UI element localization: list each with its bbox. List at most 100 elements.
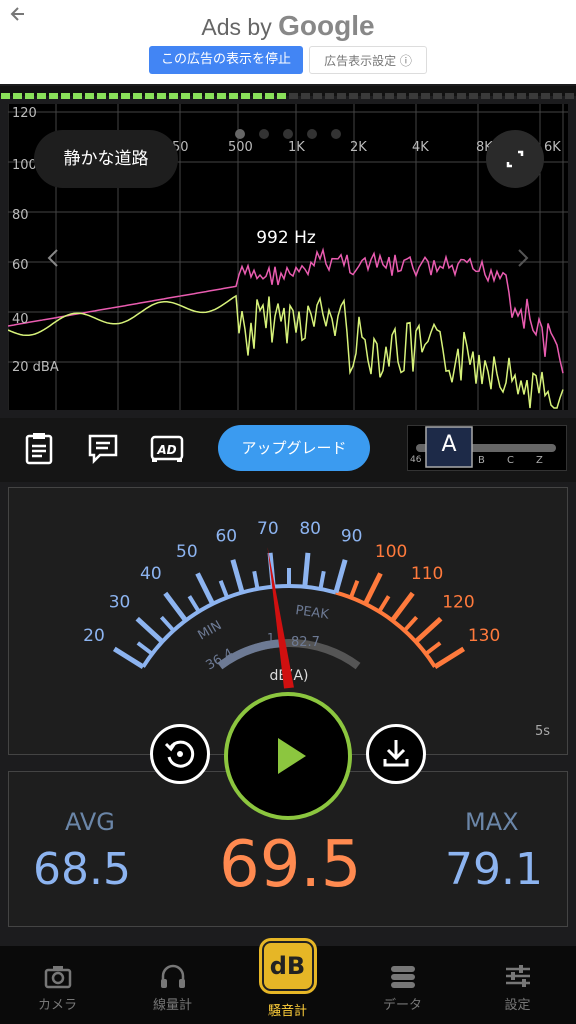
database-icon (390, 966, 415, 988)
page-dot (235, 129, 245, 139)
camera-icon (44, 966, 71, 989)
level-segment (217, 93, 226, 99)
y-label-60: 60 (12, 258, 29, 273)
nav-label: 騒音計 (267, 1004, 307, 1019)
nav-settings[interactable]: 設定 (460, 962, 575, 1013)
meter-tick (377, 595, 391, 613)
meter-scale-label: 20 (83, 626, 105, 646)
time-window: 5s (535, 724, 551, 739)
meter-tick (424, 641, 442, 656)
download-button[interactable] (366, 724, 426, 784)
svg-text:AD: AD (156, 443, 176, 457)
meter-tick (414, 616, 443, 644)
level-segment (1, 93, 10, 99)
level-segment (241, 93, 250, 99)
stop-ad-button[interactable]: この広告の表示を停止 (149, 46, 303, 74)
nav-label: 設定 (504, 998, 531, 1013)
ad-settings-button[interactable]: 広告表示設定 ⓘ (309, 46, 427, 74)
level-segment (529, 93, 538, 99)
nav-data[interactable]: データ (345, 962, 460, 1013)
y-label-120: 120 (12, 106, 37, 121)
weighting-option-46[interactable]: 46 (410, 455, 421, 465)
current-series (8, 294, 564, 409)
level-segment (505, 93, 514, 99)
level-segment (565, 93, 574, 99)
level-segment (481, 93, 490, 99)
level-segment (145, 93, 154, 99)
level-segment (181, 93, 190, 99)
weighting-selector[interactable]: A 46 B C Z (407, 425, 567, 471)
nav-label: データ (382, 998, 422, 1013)
meter-tick (390, 591, 415, 622)
level-segment (457, 93, 466, 99)
meter-tick (230, 559, 245, 594)
meter-scale-label: 100 (375, 542, 407, 562)
page-dot (283, 129, 293, 139)
play-button[interactable] (224, 692, 352, 820)
level-segment (289, 93, 298, 99)
level-bar (0, 86, 576, 99)
level-segment (13, 93, 22, 99)
level-segment (337, 93, 346, 99)
level-segment (433, 93, 442, 99)
level-segment (445, 93, 454, 99)
preset-label[interactable]: 静かな道路 (34, 130, 178, 188)
meter-scale-label: 120 (442, 592, 474, 612)
meter-tick (318, 570, 326, 590)
level-segment (121, 93, 130, 99)
weighting-option-c[interactable]: C (507, 455, 514, 466)
ad-banner: Ads by Google この広告の表示を停止 広告表示設定 ⓘ (0, 0, 576, 84)
expand-icon[interactable] (486, 130, 544, 188)
meter-tick (163, 591, 188, 622)
x-label-1k: 1K (288, 140, 305, 155)
level-segment (205, 93, 214, 99)
meter-scale-label: 90 (341, 527, 363, 547)
upgrade-button[interactable]: アップグレード (218, 425, 370, 471)
meter-tick (135, 616, 164, 644)
meter-scale-label: 40 (140, 564, 162, 584)
nav-dosimeter[interactable]: 線量計 (115, 962, 230, 1013)
level-segment (49, 93, 58, 99)
level-segment (325, 93, 334, 99)
ads-by-google-label: Ads by Google (201, 10, 375, 41)
db-icon: dB (258, 938, 317, 994)
clipboard-icon[interactable] (22, 431, 56, 465)
page-dot (307, 129, 317, 139)
reset-button[interactable] (150, 724, 210, 784)
meter-tick (159, 615, 175, 632)
y-label-20: 20 dBA (12, 360, 59, 375)
chevron-right-icon[interactable] (512, 246, 532, 270)
meter-tick (333, 559, 348, 594)
weighting-option-z[interactable]: Z (536, 455, 543, 466)
meter-scale-label: 110 (411, 564, 443, 584)
google-logo-text: Google (278, 10, 375, 41)
level-segment (133, 93, 142, 99)
meter-scale-label: 70 (257, 519, 279, 539)
page-dot (259, 129, 269, 139)
page-dots[interactable] (232, 128, 344, 140)
y-label-80: 80 (12, 208, 29, 223)
nav-sound-meter[interactable]: dB 騒音計 (230, 938, 345, 1019)
chevron-left-icon[interactable] (44, 246, 64, 270)
meter-tick (252, 570, 260, 590)
x-label-500: 500 (228, 140, 253, 155)
peak-label: PEAK (294, 603, 330, 623)
level-segment (97, 93, 106, 99)
level-segment (373, 93, 382, 99)
chat-icon[interactable] (86, 431, 120, 465)
level-segment (253, 93, 262, 99)
weighting-option-b[interactable]: B (478, 455, 485, 466)
min-value: 36.4 (204, 646, 237, 673)
x-label-2k: 2K (350, 140, 367, 155)
level-segment (517, 93, 526, 99)
bottom-nav: カメラ 線量計 dB 騒音計 データ 設定 (0, 938, 576, 1024)
current-value: 69.5 (219, 828, 362, 902)
headphones-icon (160, 964, 185, 988)
level-segment (61, 93, 70, 99)
level-segment (553, 93, 562, 99)
meter-scale-label: 30 (109, 592, 131, 612)
level-segment (301, 93, 310, 99)
ad-remove-icon[interactable]: AD (150, 431, 184, 465)
frequency-readout: 992 Hz (256, 228, 316, 248)
nav-camera[interactable]: カメラ (0, 962, 115, 1013)
